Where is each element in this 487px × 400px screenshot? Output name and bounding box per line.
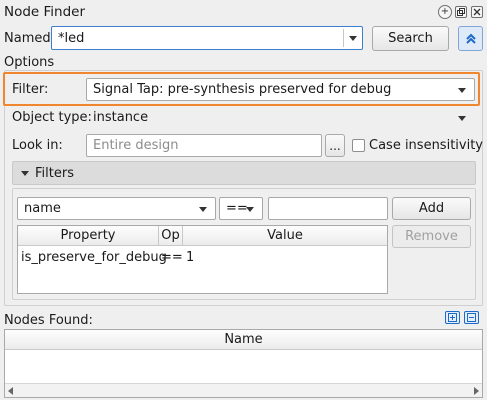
column-header-name[interactable]: Name (5, 330, 482, 350)
object-type-value: instance (93, 110, 149, 125)
filters-title: Filters (35, 165, 74, 181)
named-combobox[interactable]: *led (51, 26, 363, 50)
search-button[interactable]: Search (372, 26, 449, 51)
collapse-options-button[interactable] (458, 26, 483, 51)
collapse-arrow-icon (21, 170, 29, 176)
named-input[interactable]: *led (58, 31, 84, 46)
chevron-down-icon[interactable] (349, 36, 357, 41)
op-select-value: == (226, 201, 248, 216)
named-label: Named: (4, 31, 55, 46)
case-insensitivity-label: Case insensitivity (369, 138, 483, 153)
row-op: == (161, 250, 183, 265)
look-in-input[interactable]: Entire design (86, 134, 322, 157)
row-property: is_preserve_for_debug (21, 250, 167, 265)
plus-circle-icon[interactable]: + (438, 5, 452, 19)
object-type-label: Object type: (12, 110, 92, 125)
chevron-down-icon (458, 87, 466, 93)
browse-button[interactable]: ... (325, 134, 345, 157)
filter-label: Filter: (12, 82, 49, 97)
column-header-property[interactable]: Property (18, 226, 159, 246)
collapse-all-icon[interactable] (464, 311, 479, 324)
filters-table[interactable]: Property Op Value is_preserve_for_debug … (17, 225, 388, 294)
case-insensitivity-checkbox[interactable] (352, 139, 365, 152)
window-title: Node Finder (4, 4, 86, 20)
filters-section-header[interactable]: Filters (12, 161, 476, 185)
table-row[interactable]: is_preserve_for_debug == 1 (18, 248, 387, 268)
chevron-down-icon (246, 206, 254, 212)
filter-value-input[interactable] (268, 197, 388, 220)
op-select[interactable]: == (219, 197, 263, 220)
horizontal-scrollbar[interactable] (5, 383, 482, 397)
scroll-left-icon[interactable] (8, 387, 13, 395)
object-type-select[interactable]: instance (86, 107, 475, 128)
scroll-right-icon[interactable] (474, 387, 479, 395)
chevron-down-icon (199, 206, 207, 212)
restore-icon[interactable] (455, 6, 467, 18)
add-button[interactable]: Add (392, 197, 471, 220)
look-in-label: Look in: (12, 138, 63, 153)
close-icon[interactable] (471, 6, 483, 18)
options-label: Options (4, 55, 55, 70)
expand-all-icon[interactable] (445, 311, 460, 324)
filter-value: Signal Tap: pre-synthesis preserved for … (93, 82, 392, 97)
column-header-value[interactable]: Value (183, 226, 387, 246)
filter-select[interactable]: Signal Tap: pre-synthesis preserved for … (86, 78, 475, 101)
row-value: 1 (186, 250, 195, 265)
look-in-placeholder: Entire design (93, 138, 179, 153)
nodes-found-table[interactable]: Name (4, 329, 483, 398)
chevron-down-icon (458, 115, 466, 121)
column-header-op[interactable]: Op (159, 226, 183, 246)
nodes-found-label: Nodes Found: (4, 313, 93, 328)
remove-button: Remove (392, 225, 471, 248)
property-select-value: name (24, 201, 61, 216)
property-select[interactable]: name (17, 197, 216, 220)
double-chevron-up-icon (465, 33, 476, 44)
